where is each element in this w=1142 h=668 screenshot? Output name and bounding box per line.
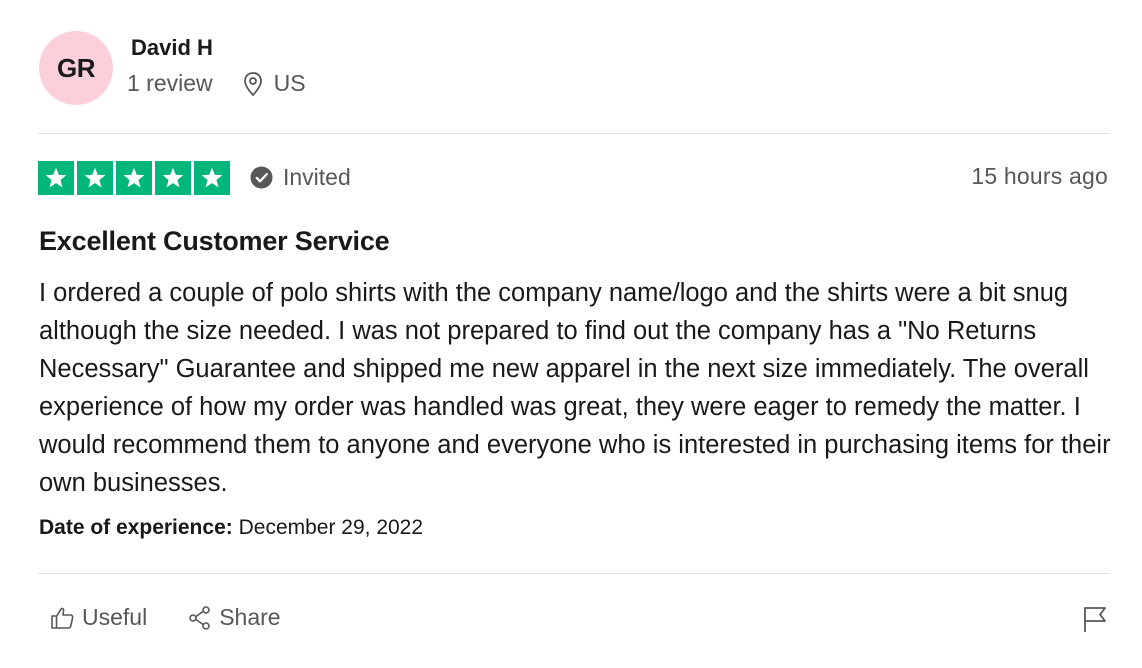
invited-badge[interactable]: Invited (250, 164, 351, 191)
reviewer-meta: 1 review US (127, 70, 306, 97)
star-icon (77, 161, 113, 195)
thumbs-up-icon (51, 607, 74, 629)
star-icon (116, 161, 152, 195)
divider (38, 133, 1110, 134)
useful-label: Useful (82, 604, 148, 630)
reviewer-name[interactable]: David H (131, 35, 213, 61)
share-icon (189, 605, 211, 630)
avatar[interactable]: GR (39, 31, 113, 105)
experience-date: December 29, 2022 (238, 516, 424, 539)
review-title[interactable]: Excellent Customer Service (39, 226, 390, 257)
star-rating (38, 161, 230, 195)
review-actions: Useful Share (50, 604, 281, 631)
star-icon (194, 161, 230, 195)
share-label: Share (219, 604, 281, 630)
star-icon (38, 161, 74, 195)
review-count: 1 review (127, 70, 213, 96)
divider (38, 573, 1110, 574)
location-pin-icon (242, 71, 264, 97)
review-text: I ordered a couple of polo shirts with t… (39, 279, 1111, 497)
report-button[interactable] (1082, 605, 1108, 633)
experience-label: Date of experience: (39, 516, 233, 539)
share-button[interactable]: Share (187, 604, 281, 631)
invited-label: Invited (283, 164, 351, 190)
flag-icon (1084, 607, 1106, 632)
useful-button[interactable]: Useful (50, 604, 147, 631)
review-timestamp: 15 hours ago (971, 163, 1108, 189)
reviewer-location: US (273, 70, 306, 96)
check-circle-icon (250, 166, 273, 189)
date-of-experience: Date of experience: December 29, 2022 (39, 516, 423, 540)
review-card: GR David H 1 review US Invited 15 hours … (38, 0, 1111, 668)
star-icon (155, 161, 191, 195)
